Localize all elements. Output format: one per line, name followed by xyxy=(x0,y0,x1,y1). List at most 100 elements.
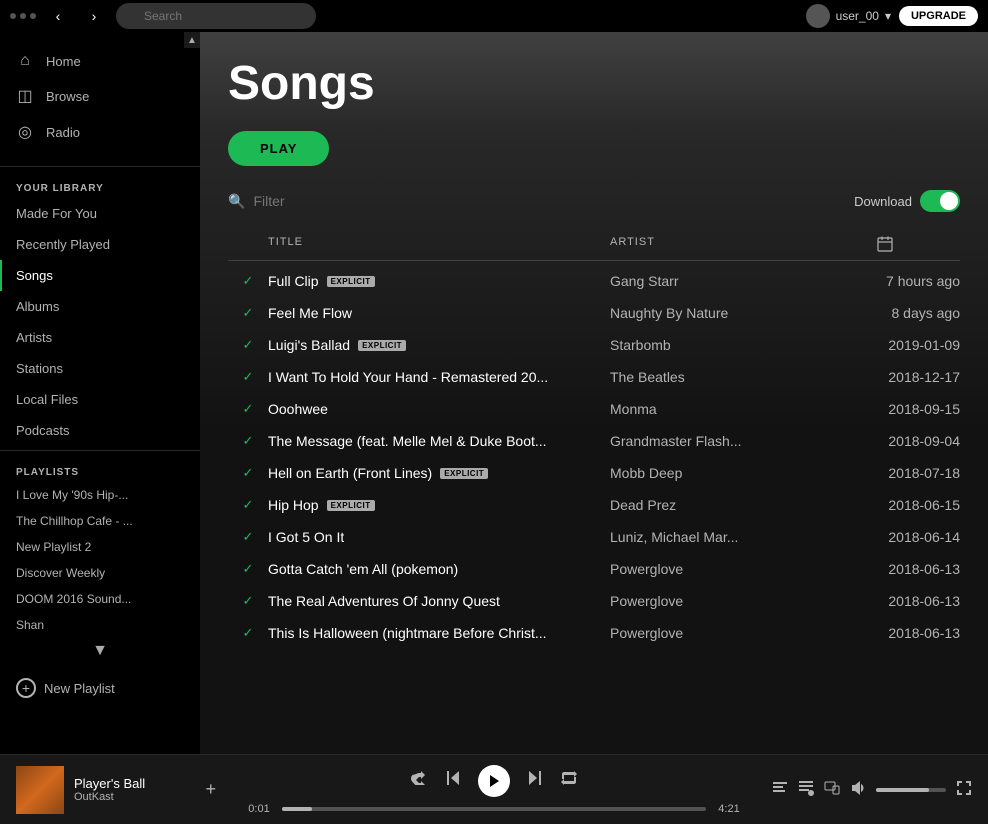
sidebar-item-recently-played[interactable]: Recently Played xyxy=(0,229,200,260)
download-toggle[interactable] xyxy=(920,190,960,212)
sidebar-item-label: Browse xyxy=(46,89,89,104)
download-label: Download xyxy=(854,194,912,209)
progress-bar[interactable] xyxy=(282,807,706,811)
check-icon: ✓ xyxy=(228,529,268,545)
volume-bar[interactable] xyxy=(876,788,946,792)
playlist-item[interactable]: Discover Weekly xyxy=(0,560,200,586)
sidebar-item-artists[interactable]: Artists xyxy=(0,322,200,353)
devices-button[interactable] xyxy=(824,780,840,799)
sidebar-item-label: Home xyxy=(46,54,81,69)
song-date: 8 days ago xyxy=(810,305,960,321)
playlist-item[interactable]: New Playlist 2 xyxy=(0,534,200,560)
check-icon: ✓ xyxy=(228,273,268,289)
song-artist: Luniz, Michael Mar... xyxy=(610,529,810,545)
th-check xyxy=(228,236,268,252)
nav-forward-button[interactable]: › xyxy=(80,2,108,30)
content-inner: Songs PLAY 🔍 Download T xyxy=(200,32,988,673)
shuffle-button[interactable] xyxy=(410,771,428,790)
song-artist: Powerglove xyxy=(610,625,810,641)
playlist-item[interactable]: DOOM 2016 Sound... xyxy=(0,586,200,612)
progress-area: 0:01 4:21 xyxy=(244,803,744,815)
volume-button[interactable] xyxy=(850,780,866,799)
sidebar-item-albums[interactable]: Albums xyxy=(0,291,200,322)
table-row[interactable]: ✓ Hell on Earth (Front Lines) EXPLICIT M… xyxy=(228,457,960,489)
sidebar-item-home[interactable]: ⌂ Home xyxy=(0,44,200,78)
playlist-item[interactable]: The Chillhop Cafe - ... xyxy=(0,508,200,534)
table-row[interactable]: ✓ Feel Me Flow Naughty By Nature 8 days … xyxy=(228,297,960,329)
table-row[interactable]: ✓ Gotta Catch 'em All (pokemon) Powerglo… xyxy=(228,553,960,585)
song-date: 2018-06-13 xyxy=(810,625,960,641)
nav-back-button[interactable]: ‹ xyxy=(44,2,72,30)
sidebar-item-stations[interactable]: Stations xyxy=(0,353,200,384)
queue-button[interactable] xyxy=(798,780,814,799)
sidebar-item-radio[interactable]: ◎ Radio xyxy=(0,114,200,150)
song-title-col: Gotta Catch 'em All (pokemon) xyxy=(268,561,610,577)
prev-button[interactable] xyxy=(444,769,462,792)
filter-input[interactable] xyxy=(253,193,434,209)
explicit-badge: EXPLICIT xyxy=(327,500,375,511)
search-input[interactable] xyxy=(116,3,316,29)
player-track: Player's Ball OutKast + xyxy=(16,766,216,814)
song-title-col: Full Clip EXPLICIT xyxy=(268,273,610,289)
library-section-label: YOUR LIBRARY xyxy=(0,171,200,198)
explicit-badge: EXPLICIT xyxy=(358,340,406,351)
sidebar-item-label: Stations xyxy=(16,361,63,376)
repeat-button[interactable] xyxy=(560,770,578,791)
table-row[interactable]: ✓ Hip Hop EXPLICIT Dead Prez 2018-06-15 xyxy=(228,489,960,521)
player-right xyxy=(772,780,972,799)
table-row[interactable]: ✓ This Is Halloween (nightmare Before Ch… xyxy=(228,617,960,649)
fullscreen-button[interactable] xyxy=(956,780,972,799)
sidebar-item-browse[interactable]: ◫ Browse xyxy=(0,78,200,114)
sidebar-item-songs[interactable]: Songs xyxy=(0,260,200,291)
browse-icon: ◫ xyxy=(16,86,34,106)
upgrade-button[interactable]: UPGRADE xyxy=(899,6,978,26)
lyrics-button[interactable] xyxy=(772,780,788,799)
sidebar-item-label: Artists xyxy=(16,330,52,345)
song-title: The Message (feat. Melle Mel & Duke Boot… xyxy=(268,433,547,449)
th-artist: ARTIST xyxy=(610,236,810,252)
song-title: This Is Halloween (nightmare Before Chri… xyxy=(268,625,547,641)
song-artist: Grandmaster Flash... xyxy=(610,433,810,449)
new-playlist-button[interactable]: + New Playlist xyxy=(0,668,200,708)
sidebar-item-label: Albums xyxy=(16,299,59,314)
song-artist: Starbomb xyxy=(610,337,810,353)
sidebar-scroll-up[interactable]: ▲ xyxy=(184,32,200,48)
download-area: Download xyxy=(854,190,960,212)
sidebar: ▲ ⌂ Home ◫ Browse ◎ Radio YOUR LIBRARY M… xyxy=(0,32,200,754)
toggle-thumb xyxy=(940,192,958,210)
plus-circle-icon: + xyxy=(16,678,36,698)
new-playlist-label: New Playlist xyxy=(44,681,115,696)
table-row[interactable]: ✓ Ooohwee Monma 2018-09-15 xyxy=(228,393,960,425)
playlist-item[interactable]: Shan xyxy=(0,612,200,638)
table-row[interactable]: ✓ I Want To Hold Your Hand - Remastered … xyxy=(228,361,960,393)
sidebar-item-podcasts[interactable]: Podcasts xyxy=(0,415,200,446)
table-row[interactable]: ✓ Full Clip EXPLICIT Gang Starr 7 hours … xyxy=(228,265,960,297)
song-artist: Gang Starr xyxy=(610,273,810,289)
song-title: Luigi's Ballad xyxy=(268,337,350,353)
song-artist: Mobb Deep xyxy=(610,465,810,481)
table-row[interactable]: ✓ The Real Adventures Of Jonny Quest Pow… xyxy=(228,585,960,617)
sidebar-scroll-down[interactable]: ▼ xyxy=(0,638,200,664)
song-title: Gotta Catch 'em All (pokemon) xyxy=(268,561,458,577)
player: Player's Ball OutKast + 0:01 xyxy=(0,754,988,824)
playlist-item[interactable]: I Love My '90s Hip-... xyxy=(0,482,200,508)
song-title-col: Hip Hop EXPLICIT xyxy=(268,497,610,513)
topbar: ‹ › 🔍 user_00 ▾ UPGRADE xyxy=(0,0,988,32)
track-info: Player's Ball OutKast xyxy=(74,776,195,803)
sidebar-item-local-files[interactable]: Local Files xyxy=(0,384,200,415)
song-title-col: Hell on Earth (Front Lines) EXPLICIT xyxy=(268,465,610,481)
next-button[interactable] xyxy=(526,769,544,792)
play-button[interactable]: PLAY xyxy=(228,131,329,166)
play-pause-button[interactable] xyxy=(478,765,510,797)
add-to-library-button[interactable]: + xyxy=(205,779,216,800)
table-row[interactable]: ✓ I Got 5 On It Luniz, Michael Mar... 20… xyxy=(228,521,960,553)
chevron-down-icon: ▾ xyxy=(885,9,891,23)
table-row[interactable]: ✓ The Message (feat. Melle Mel & Duke Bo… xyxy=(228,425,960,457)
explicit-badge: EXPLICIT xyxy=(327,276,375,287)
radio-icon: ◎ xyxy=(16,122,34,142)
sidebar-item-label: Made For You xyxy=(16,206,97,221)
sidebar-item-label: Local Files xyxy=(16,392,78,407)
sidebar-item-made-for-you[interactable]: Made For You xyxy=(0,198,200,229)
table-row[interactable]: ✓ Luigi's Ballad EXPLICIT Starbomb 2019-… xyxy=(228,329,960,361)
check-icon: ✓ xyxy=(228,593,268,609)
